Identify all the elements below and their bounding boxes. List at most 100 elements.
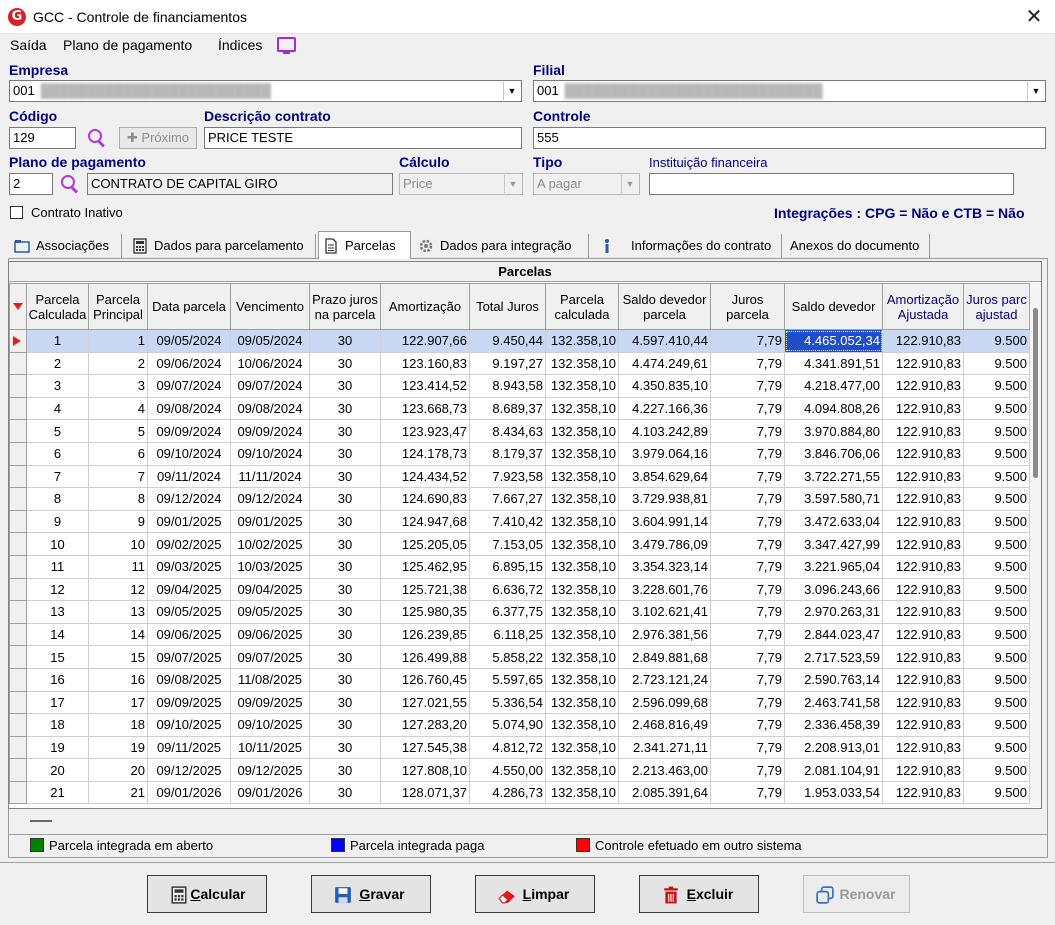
- proximo-button[interactable]: ✚ Próximo: [119, 127, 197, 149]
- limpar-button[interactable]: Limpar: [475, 875, 595, 913]
- menu-indices[interactable]: Índices: [218, 37, 262, 53]
- table-cell[interactable]: 7,79: [710, 419, 785, 443]
- table-cell[interactable]: 3.354.323,14: [618, 554, 711, 579]
- table-cell[interactable]: 09/01/2025: [147, 509, 231, 534]
- table-cell[interactable]: 9.500: [963, 509, 1030, 534]
- table-cell[interactable]: 122.910,83: [882, 351, 964, 376]
- table-row[interactable]: 12 12 09/04/2025 09/04/2025 30 125.721,38 6.63…: [9, 577, 1030, 602]
- table-cell[interactable]: 09/07/2024: [147, 374, 231, 398]
- table-cell[interactable]: 9.500: [963, 554, 1030, 579]
- table-cell[interactable]: 9: [26, 509, 89, 534]
- table-cell[interactable]: 10/06/2024: [230, 351, 310, 376]
- table-cell[interactable]: 7,79: [710, 374, 785, 398]
- table-cell[interactable]: 3: [88, 374, 148, 398]
- table-cell[interactable]: 9.197,27: [469, 351, 546, 376]
- chevron-down-icon[interactable]: ▼: [504, 175, 521, 193]
- table-cell[interactable]: 09/05/2025: [230, 600, 310, 624]
- excluir-button[interactable]: Excluir: [639, 875, 759, 913]
- table-cell[interactable]: 30: [309, 645, 381, 669]
- table-cell[interactable]: 5.858,22: [469, 645, 546, 669]
- table-cell[interactable]: 2.723.121,24: [618, 667, 711, 692]
- table-cell[interactable]: 13: [26, 600, 89, 624]
- table-cell[interactable]: 09/07/2025: [147, 645, 231, 669]
- table-cell[interactable]: 6.895,15: [469, 554, 546, 579]
- table-cell[interactable]: 7,79: [710, 351, 785, 376]
- col-header[interactable]: Juros parc ajustad: [963, 283, 1030, 330]
- table-cell[interactable]: 132.358,10: [545, 441, 619, 466]
- table-cell[interactable]: 9.500: [963, 600, 1030, 624]
- table-cell[interactable]: 15: [26, 645, 89, 669]
- table-row[interactable]: 1 1 09/05/2024 09/05/2024 30 122.907,66 9.450,…: [9, 329, 1030, 353]
- table-cell[interactable]: 125.205,05: [380, 532, 470, 556]
- table-cell[interactable]: 30: [309, 735, 381, 760]
- table-cell[interactable]: 21: [88, 780, 148, 805]
- table-row[interactable]: 21 21 09/01/2026 09/01/2026 30 128.071,37 4.28…: [9, 780, 1030, 805]
- renovar-button[interactable]: Renovar: [803, 875, 910, 913]
- search-icon[interactable]: [86, 127, 106, 147]
- table-cell[interactable]: 132.358,10: [545, 690, 619, 715]
- table-cell[interactable]: 9.500: [963, 351, 1030, 376]
- table-cell[interactable]: 9.500: [963, 464, 1030, 489]
- table-cell[interactable]: 132.358,10: [545, 509, 619, 534]
- row-indicator[interactable]: [9, 374, 27, 398]
- table-cell[interactable]: 123.923,47: [380, 419, 470, 443]
- table-cell[interactable]: 5.074,90: [469, 713, 546, 737]
- table-cell[interactable]: 127.545,38: [380, 735, 470, 760]
- table-cell[interactable]: 123.668,73: [380, 396, 470, 421]
- table-cell[interactable]: 6.636,72: [469, 577, 546, 602]
- table-cell[interactable]: 14: [88, 622, 148, 647]
- table-row[interactable]: 20 20 09/12/2025 09/12/2025 30 127.808,10 4.55…: [9, 758, 1030, 782]
- table-cell[interactable]: 09/11/2024: [147, 464, 231, 489]
- table-cell[interactable]: 20: [26, 758, 89, 782]
- table-cell[interactable]: 122.910,83: [882, 600, 964, 624]
- table-cell[interactable]: 9.450,44: [469, 329, 546, 353]
- table-row[interactable]: 14 14 09/06/2025 09/06/2025 30 126.239,85 6.11…: [9, 622, 1030, 647]
- chevron-down-icon[interactable]: ▼: [503, 82, 520, 100]
- table-cell[interactable]: 3.722.271,55: [784, 464, 883, 489]
- row-indicator[interactable]: [9, 780, 27, 805]
- table-cell[interactable]: 2.976.381,56: [618, 622, 711, 647]
- table-cell[interactable]: 132.358,10: [545, 374, 619, 398]
- table-cell[interactable]: 132.358,10: [545, 554, 619, 579]
- table-cell[interactable]: 30: [309, 600, 381, 624]
- table-cell[interactable]: 132.358,10: [545, 464, 619, 489]
- table-cell[interactable]: 132.358,10: [545, 622, 619, 647]
- table-cell[interactable]: 7,79: [710, 532, 785, 556]
- table-cell[interactable]: 2.970.263,31: [784, 600, 883, 624]
- table-cell[interactable]: 8: [88, 487, 148, 511]
- codigo-input[interactable]: 129: [9, 127, 76, 149]
- table-cell[interactable]: 9.500: [963, 713, 1030, 737]
- table-cell[interactable]: 132.358,10: [545, 600, 619, 624]
- table-cell[interactable]: 30: [309, 419, 381, 443]
- col-header[interactable]: Data parcela: [147, 283, 231, 330]
- table-row[interactable]: 4 4 09/08/2024 09/08/2024 30 123.668,73 8.689,…: [9, 396, 1030, 421]
- table-cell[interactable]: 7: [26, 464, 89, 489]
- table-cell[interactable]: 126.499,88: [380, 645, 470, 669]
- table-cell[interactable]: 122.910,83: [882, 577, 964, 602]
- table-cell[interactable]: 7,79: [710, 758, 785, 782]
- plano-input[interactable]: 2: [9, 173, 53, 195]
- table-cell[interactable]: 3.102.621,41: [618, 600, 711, 624]
- table-cell[interactable]: 4.465.052,34: [784, 329, 883, 353]
- col-header[interactable]: Saldo devedor: [784, 283, 883, 330]
- table-cell[interactable]: 9.500: [963, 690, 1030, 715]
- table-cell[interactable]: 7,79: [710, 487, 785, 511]
- table-cell[interactable]: 4.227.166,36: [618, 396, 711, 421]
- table-cell[interactable]: 19: [88, 735, 148, 760]
- instituicao-input[interactable]: [649, 173, 1014, 195]
- col-header[interactable]: Amortização: [380, 283, 470, 330]
- table-cell[interactable]: 17: [88, 690, 148, 715]
- table-cell[interactable]: 09/06/2025: [147, 622, 231, 647]
- table-cell[interactable]: 2: [26, 351, 89, 376]
- table-cell[interactable]: 123.160,83: [380, 351, 470, 376]
- table-cell[interactable]: 122.910,83: [882, 780, 964, 805]
- row-indicator[interactable]: [9, 554, 27, 579]
- table-cell[interactable]: 16: [88, 667, 148, 692]
- table-cell[interactable]: 9.500: [963, 396, 1030, 421]
- table-cell[interactable]: 16: [26, 667, 89, 692]
- table-cell[interactable]: 3.479.786,09: [618, 532, 711, 556]
- col-header[interactable]: Total Juros: [469, 283, 546, 330]
- table-cell[interactable]: 122.910,83: [882, 758, 964, 782]
- table-cell[interactable]: 2.208.913,01: [784, 735, 883, 760]
- table-cell[interactable]: 09/09/2025: [147, 690, 231, 715]
